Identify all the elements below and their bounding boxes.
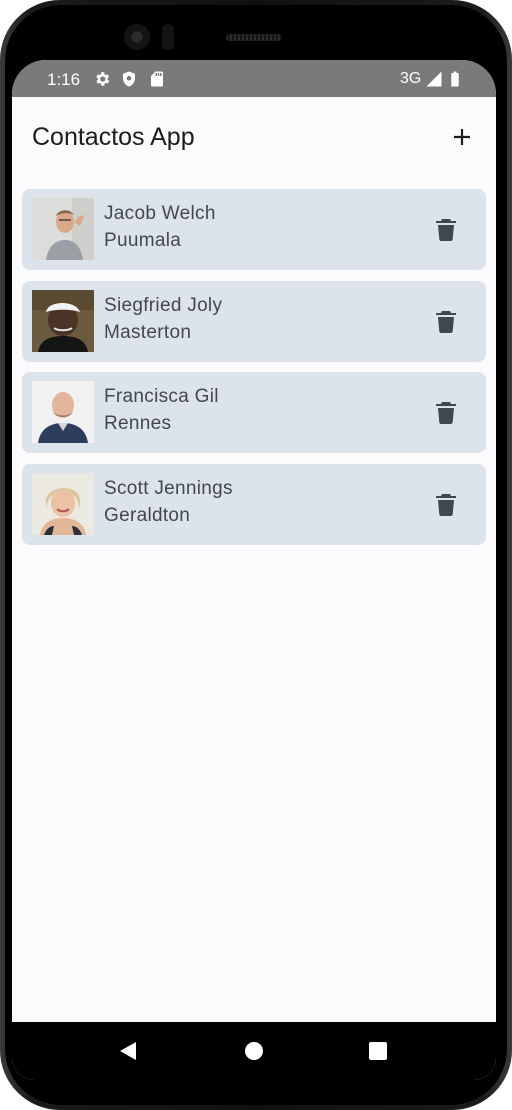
delete-contact-button[interactable] bbox=[430, 397, 462, 429]
battery-icon bbox=[451, 71, 459, 87]
avatar bbox=[32, 381, 94, 443]
home-icon[interactable] bbox=[242, 1039, 266, 1063]
contact-city: Masterton bbox=[104, 321, 192, 343]
trash-icon bbox=[436, 310, 456, 333]
avatar bbox=[32, 472, 94, 535]
contact-city: Rennes bbox=[104, 413, 172, 434]
settings-icon bbox=[96, 72, 110, 86]
app-bar: Contactos App bbox=[12, 97, 496, 179]
app-title: Contactos App bbox=[32, 123, 195, 151]
contact-list: Jacob Welch Puumala Siegfried Joly Maste… bbox=[22, 189, 486, 555]
avatar bbox=[32, 198, 94, 260]
contact-city: Geraldton bbox=[104, 504, 191, 526]
status-time: 1:16 bbox=[47, 70, 81, 89]
contact-name: Scott Jennings bbox=[104, 477, 233, 499]
front-camera bbox=[124, 24, 150, 50]
avatar bbox=[32, 289, 94, 352]
delete-contact-button[interactable] bbox=[430, 489, 462, 521]
contact-card[interactable]: Scott Jennings Geraldton bbox=[22, 463, 486, 545]
contact-name: Siegfried Joly bbox=[104, 294, 223, 316]
signal-icon bbox=[426, 71, 442, 87]
proximity-sensor bbox=[162, 24, 174, 50]
trash-icon bbox=[436, 402, 456, 425]
recents-icon[interactable] bbox=[366, 1039, 390, 1063]
contact-card[interactable]: Jacob Welch Puumala bbox=[22, 189, 486, 270]
plus-icon bbox=[454, 129, 470, 145]
status-bar: 1:16 3G bbox=[12, 60, 496, 97]
trash-icon bbox=[436, 219, 456, 242]
trash-icon bbox=[436, 493, 456, 516]
navigation-bar bbox=[12, 1022, 496, 1080]
earpiece-speaker bbox=[226, 34, 282, 41]
delete-contact-button[interactable] bbox=[430, 214, 462, 246]
shield-icon bbox=[123, 71, 135, 87]
contact-name: Jacob Welch bbox=[104, 203, 216, 224]
contact-card[interactable]: Siegfried Joly Masterton bbox=[22, 280, 486, 362]
delete-contact-button[interactable] bbox=[430, 306, 462, 338]
contact-card[interactable]: Francisca Gil Rennes bbox=[22, 372, 486, 453]
sd-card-icon bbox=[151, 71, 163, 87]
add-contact-button[interactable] bbox=[444, 119, 480, 155]
contact-name: Francisca Gil bbox=[104, 386, 219, 407]
back-icon[interactable] bbox=[116, 1039, 140, 1063]
phone-frame: 1:16 3G Contactos App Jacob Welch Puumal… bbox=[0, 0, 512, 1110]
screen: 1:16 3G Contactos App Jacob Welch Puumal… bbox=[12, 60, 496, 1080]
contact-city: Puumala bbox=[104, 230, 182, 251]
network-type: 3G bbox=[400, 70, 422, 87]
